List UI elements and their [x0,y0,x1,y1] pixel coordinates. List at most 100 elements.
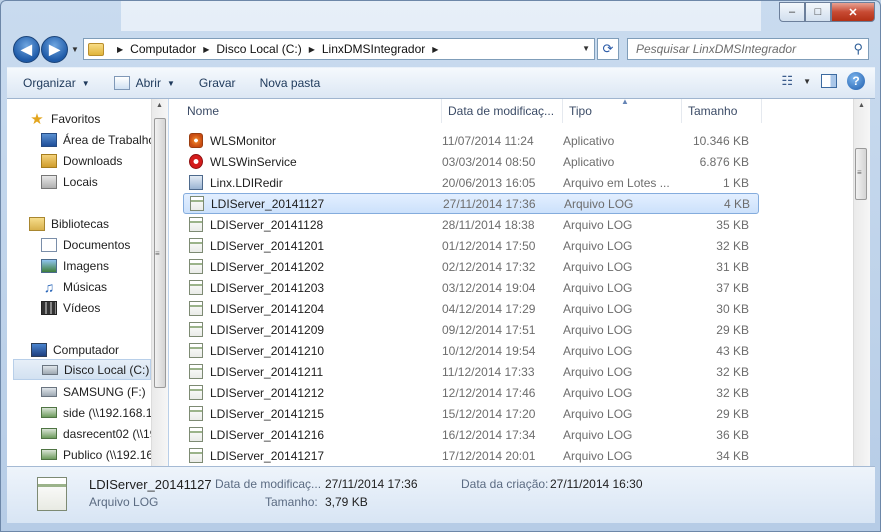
maximize-button[interactable]: □ [805,2,831,22]
file-row[interactable]: LDIServer_20141202 02/12/2014 17:32 Arquiv… [183,256,759,277]
burn-button[interactable]: Gravar [187,69,248,97]
file-name: LDIServer_20141217 [210,448,325,463]
search-icon[interactable]: ⚲ [853,41,863,57]
nav-documents[interactable]: Documentos [41,234,130,255]
nav-computer[interactable]: Computador [31,339,119,360]
back-arrow-icon[interactable]: ◀ [13,36,40,63]
file-row[interactable]: LDIServer_20141203 03/12/2014 19:04 Arquiv… [183,277,759,298]
background-window-strip [121,1,761,31]
nav-local-disk[interactable]: Disco Local (C:) [13,359,151,380]
column-date-modified[interactable]: Data de modificaç... [442,99,563,123]
log-file-icon [190,196,204,211]
breadcrumb-chevron-icon[interactable]: ▶ [432,45,438,54]
minimize-button[interactable]: – [779,2,805,22]
file-date: 27/11/2014 17:36 [443,196,536,211]
new-folder-button[interactable]: Nova pasta [248,69,333,97]
nav-favorites[interactable]: ★ Favoritos [29,108,100,129]
file-name: LDIServer_20141211 [210,364,324,379]
file-row[interactable]: LDIServer_20141216 16/12/2014 17:34 Arquiv… [183,424,759,445]
breadcrumb: ▶ Computador ▶ Disco Local (C:) ▶ LinxDM… [110,42,445,56]
file-name: LDIServer_20141202 [210,259,325,274]
file-type: Arquivo LOG [564,196,634,211]
file-row[interactable]: LDIServer_20141212 12/12/2014 17:46 Arquiv… [183,382,759,403]
open-button[interactable]: Abrir ▼ [102,69,187,97]
nav-label: Imagens [63,258,110,273]
breadcrumb-computer[interactable]: Computador [130,42,196,56]
nav-label: side (\\192.168.10 [63,405,160,420]
file-size: 10.346 KB [692,133,749,148]
details-created-label: Data da criação: [461,477,549,491]
organize-button[interactable]: Organizar ▼ [7,69,102,97]
file-row[interactable]: LDIServer_20141204 04/12/2014 17:29 Arquiv… [183,298,759,319]
scroll-up-arrow-icon[interactable]: ▲ [156,102,163,109]
details-size-value: 3,79 KB [325,495,368,509]
breadcrumb-linxdms[interactable]: LinxDMSIntegrador [322,42,425,56]
file-row[interactable]: WLSWinService 03/03/2014 08:50 Aplicativo 6… [183,151,759,172]
scrollbar-grip-icon: ≡ [155,249,160,258]
view-options-dropdown-icon[interactable]: ▼ [803,77,811,86]
nav-videos[interactable]: Vídeos [41,297,100,318]
nav-places[interactable]: Locais [41,171,98,192]
log-file-icon [189,364,203,379]
file-name-cell: WLSMonitor [183,133,442,148]
file-size: 1 KB [722,175,749,190]
file-row[interactable]: LDIServer_20141211 11/12/2014 17:33 Arquiv… [183,361,759,382]
preview-pane-icon[interactable] [821,74,837,88]
file-row[interactable]: WLSMonitor 11/07/2014 11:24 Aplicativo 10.3… [183,130,759,151]
nav-network-side[interactable]: side (\\192.168.10 [41,402,159,423]
file-row[interactable]: LDIServer_20141210 10/12/2014 19:54 Arquiv… [183,340,759,361]
nav-samsung-drive[interactable]: SAMSUNG (F:) [41,381,146,402]
address-history-dropdown-icon[interactable]: ▼ [582,44,590,53]
recent-pages-dropdown-icon[interactable]: ▼ [71,45,79,54]
address-bar[interactable]: ▶ Computador ▶ Disco Local (C:) ▶ LinxDM… [83,38,595,60]
network-drive-icon [41,428,57,439]
nav-libraries[interactable]: Bibliotecas [29,213,109,234]
log-file-icon [189,280,203,295]
file-row[interactable]: LDIServer_20141209 09/12/2014 17:51 Arquiv… [183,319,759,340]
hard-drive-icon [42,364,58,375]
column-name[interactable]: Nome [169,99,442,123]
nav-desktop[interactable]: Área de Trabalho [41,129,155,150]
file-name: LDIServer_20141215 [210,406,325,421]
breadcrumb-chevron-icon[interactable]: ▶ [203,45,209,54]
file-list: Nome Data de modificaç... Tipo Tamanho ▲… [169,99,853,466]
file-date: 17/12/2014 20:01 [442,448,536,463]
file-row[interactable]: LDIServer_20141217 17/12/2014 20:01 Arquiv… [183,445,759,466]
file-name: WLSMonitor [210,133,277,148]
file-row[interactable]: LDIServer_20141215 15/12/2014 17:20 Arquiv… [183,403,759,424]
scroll-up-arrow-icon[interactable]: ▲ [858,102,865,109]
nav-network-publico[interactable]: Publico (\\192.16 [41,444,153,465]
breadcrumb-chevron-icon[interactable]: ▶ [117,45,123,54]
file-size: 43 KB [716,343,749,358]
file-row[interactable]: LDIServer_20141128 28/11/2014 18:38 Arquiv… [183,214,759,235]
libraries-icon [29,216,45,231]
organize-label: Organizar [23,76,76,90]
breadcrumb-chevron-icon[interactable]: ▶ [309,45,315,54]
file-name: LDIServer_20141216 [210,427,325,442]
file-row[interactable]: Linx.LDIRedir 20/06/2013 16:05 Arquivo em … [183,172,759,193]
file-name-cell: LDIServer_20141209 [183,322,442,337]
nav-label: SAMSUNG (F:) [63,384,146,399]
file-row[interactable]: LDIServer_20141201 01/12/2014 17:50 Arquiv… [183,235,759,256]
search-input[interactable]: Pesquisar LinxDMSIntegrador ⚲ [627,38,869,60]
nav-images[interactable]: Imagens [41,255,109,276]
close-button[interactable]: ✕ [831,2,875,22]
nav-downloads[interactable]: Downloads [41,150,122,171]
chevron-down-icon: ▼ [81,78,90,88]
nav-network-dasrecent[interactable]: dasrecent02 (\\19 [41,423,156,444]
refresh-icon[interactable]: ⟳ [597,38,619,60]
forward-arrow-icon[interactable]: ▶ [41,36,68,63]
breadcrumb-local-disk[interactable]: Disco Local (C:) [216,42,301,56]
change-view-icon[interactable]: ☷ [781,73,793,89]
help-icon[interactable]: ? [847,72,865,90]
nav-label: Músicas [63,279,108,294]
log-file-icon [189,259,203,274]
column-size[interactable]: Tamanho [682,99,762,123]
nav-label: Favoritos [51,111,101,126]
file-date: 01/12/2014 17:50 [442,238,536,253]
nav-music[interactable]: ♫ Músicas [41,276,107,297]
file-date: 12/12/2014 17:46 [442,385,536,400]
details-file-type: Arquivo LOG [89,495,159,509]
file-type: Arquivo LOG [563,385,633,400]
file-row[interactable]: LDIServer_20141127 27/11/2014 17:36 Arquiv… [183,193,759,214]
